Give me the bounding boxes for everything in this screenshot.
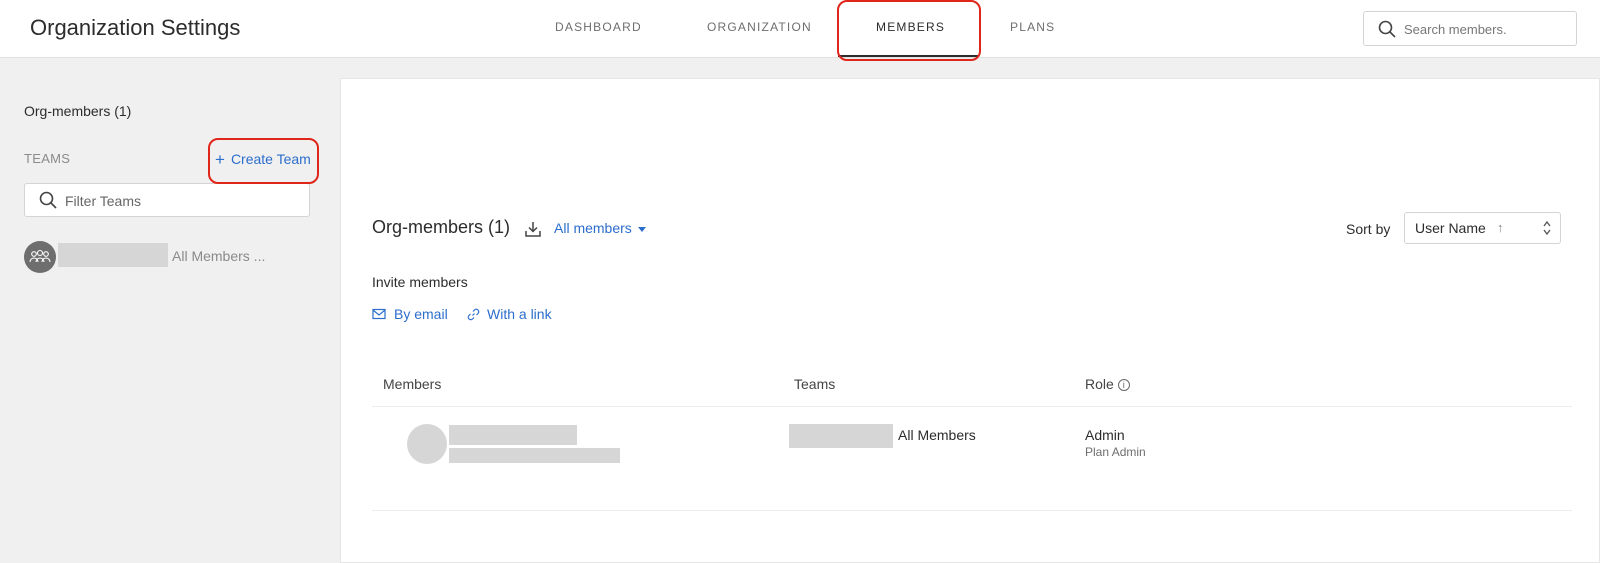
invite-by-email-link[interactable]: By email [372, 306, 452, 326]
column-header-teams: Teams [794, 376, 836, 392]
team-group-icon [29, 249, 51, 263]
create-team-highlight [208, 138, 319, 184]
column-header-role: Role i [1085, 376, 1130, 392]
sort-value: User Name [1415, 220, 1486, 236]
filter-teams-field[interactable] [24, 183, 310, 217]
team-avatar [24, 241, 56, 273]
download-icon[interactable] [524, 220, 542, 238]
member-role-detail: Plan Admin [1085, 445, 1146, 459]
tab-plans[interactable]: PLANS [1010, 20, 1055, 34]
member-name-redacted [449, 425, 577, 445]
caret-down-icon [637, 226, 646, 232]
filter-teams-input[interactable] [65, 192, 295, 210]
teams-heading: TEAMS [24, 151, 71, 166]
role-header-label: Role [1085, 376, 1114, 392]
search-members-field[interactable] [1363, 11, 1577, 46]
row-divider [372, 510, 1572, 511]
sort-select[interactable]: User Name ↑ [1404, 212, 1561, 244]
team-name-redacted [58, 243, 168, 267]
member-avatar [407, 424, 447, 464]
member-role: Admin [1085, 427, 1125, 443]
member-team-redacted [789, 424, 893, 448]
info-icon[interactable]: i [1117, 379, 1130, 392]
top-header: Organization Settings DASHBOARD ORGANIZA… [0, 0, 1600, 58]
members-panel: Org-members (1) All members Sort by User… [340, 78, 1600, 563]
sort-label: Sort by [1346, 221, 1391, 237]
sidebar: Org-members (1) TEAMS +Create Team All M… [0, 59, 340, 563]
header-divider [372, 406, 1572, 407]
select-chevrons-icon [1543, 220, 1551, 236]
arrow-up-icon: ↑ [1497, 220, 1504, 235]
search-icon [39, 191, 57, 209]
mail-icon [372, 308, 386, 320]
tab-dashboard[interactable]: DASHBOARD [555, 20, 642, 34]
member-filter-label: All members [554, 220, 632, 236]
sidebar-team-item[interactable]: All Members ... [24, 241, 314, 273]
members-tab-highlight [837, 0, 981, 61]
invite-members-label: Invite members [372, 274, 468, 290]
column-header-members: Members [383, 376, 442, 392]
invite-by-email-label: By email [394, 306, 448, 322]
member-filter-dropdown[interactable]: All members [554, 220, 646, 236]
page-title: Organization Settings [30, 15, 241, 40]
team-name: All Members ... [172, 248, 266, 264]
member-email-redacted [449, 448, 620, 463]
invite-with-link[interactable]: With a link [467, 306, 562, 326]
tab-organization[interactable]: ORGANIZATION [707, 20, 812, 34]
search-icon [1378, 20, 1396, 38]
search-members-input[interactable] [1404, 20, 1569, 38]
member-team: All Members [898, 427, 976, 443]
sidebar-org-members[interactable]: Org-members (1) [24, 103, 131, 119]
link-icon [467, 308, 480, 321]
invite-with-link-label: With a link [487, 306, 552, 322]
members-title: Org-members (1) [372, 217, 511, 237]
